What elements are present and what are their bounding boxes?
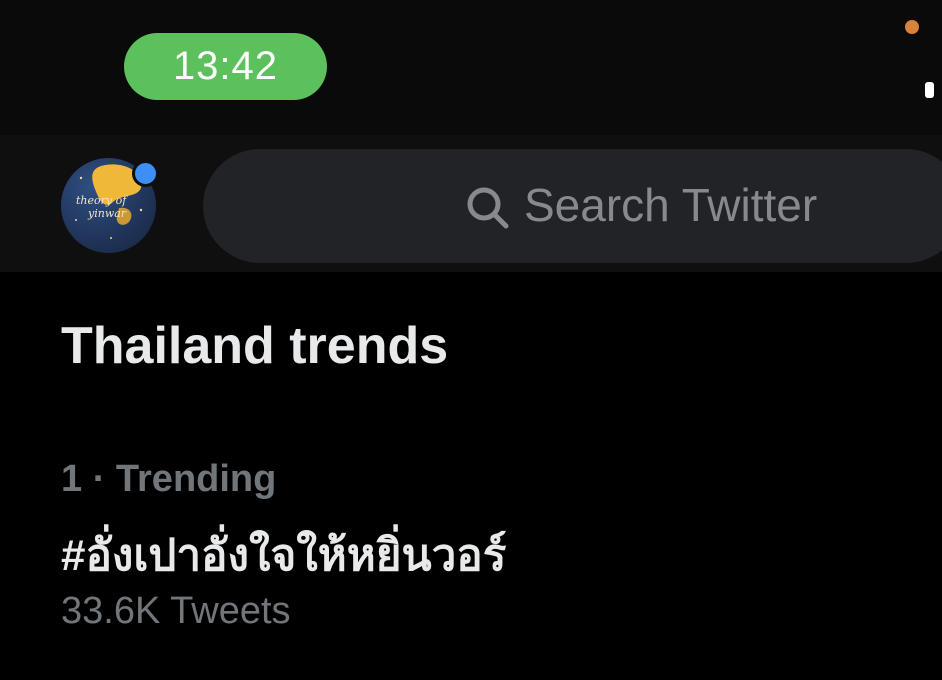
trend-hashtag[interactable]: #อั่งเปาอั่งใจให้หยิ่นวอร์ [61,520,506,590]
status-time: 13:42 [172,44,279,88]
status-time-pill[interactable]: 13:42 [124,33,327,100]
section-title: Thailand trends [61,317,449,375]
search-icon [467,187,509,229]
trend-rank-label: 1 · Trending [61,458,277,500]
search-placeholder: Search Twitter [524,179,818,231]
privacy-indicator-dot [905,20,919,34]
trend-tweet-count: 33.6K Tweets [61,590,291,632]
status-indicator-icon [925,82,934,98]
avatar-text-line1: theory of [76,194,128,207]
notification-badge [132,160,159,187]
avatar-text-line2: yinwar [87,207,127,220]
